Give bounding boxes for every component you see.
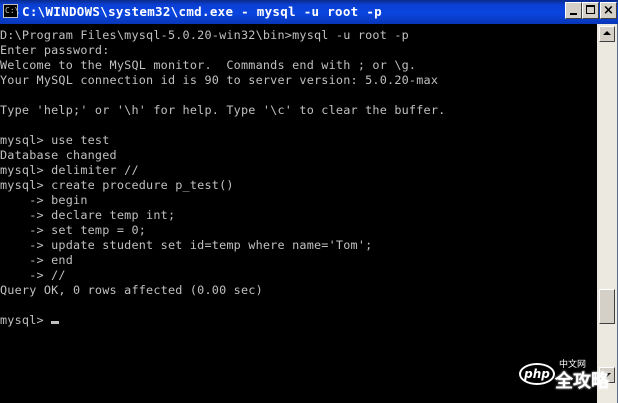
console-line: D:\Program Files\mysql-5.0.20-win32\bin>…	[0, 28, 409, 42]
console-line: -> begin	[0, 193, 88, 207]
close-icon: ×	[603, 3, 614, 18]
mysql-prompt: mysql>	[0, 313, 52, 327]
console-line: -> set temp = 0;	[0, 223, 147, 237]
scroll-up-button[interactable]	[599, 26, 615, 42]
scrollbar-thumb[interactable]	[599, 289, 615, 324]
console-line: -> declare temp int;	[0, 208, 176, 222]
close-button[interactable]: ×	[600, 2, 617, 19]
maximize-button[interactable]	[582, 2, 599, 19]
console-line: Your MySQL connection id is 90 to server…	[0, 73, 439, 87]
prompt-line[interactable]: mysql>	[0, 313, 60, 328]
console-line: Enter password:	[0, 43, 110, 57]
text-cursor	[51, 321, 60, 324]
minimize-button[interactable]	[565, 2, 582, 19]
php-logo: php	[519, 363, 555, 385]
console-line: Database changed	[0, 148, 117, 162]
console-line: -> end	[0, 253, 74, 267]
watermark: php 中文网 全攻略	[519, 360, 615, 398]
console-output[interactable]: D:\Program Files\mysql-5.0.20-win32\bin>…	[0, 24, 597, 403]
console-line: mysql> use test	[0, 133, 110, 147]
console-line: -> update student set id=temp where name…	[0, 238, 373, 252]
console-line: -> //	[0, 268, 66, 282]
console-line: mysql> delimiter //	[0, 163, 139, 177]
watermark-small-text: 中文网	[559, 360, 587, 370]
console-line: Query OK, 0 rows affected (0.00 sec)	[0, 283, 263, 297]
vertical-scrollbar[interactable]	[597, 24, 617, 403]
arrow-up-icon	[603, 31, 611, 35]
minimize-icon	[570, 13, 577, 15]
console-line: Welcome to the MySQL monitor. Commands e…	[0, 58, 417, 72]
watermark-big-text: 全攻略	[555, 371, 609, 392]
title-bar[interactable]: C:\ C:\WINDOWS\system32\cmd.exe - mysql …	[0, 0, 618, 24]
cmd-window: C:\ C:\WINDOWS\system32\cmd.exe - mysql …	[0, 0, 618, 403]
window-title: C:\WINDOWS\system32\cmd.exe - mysql -u r…	[22, 4, 382, 19]
console-line: mysql> create procedure p_test()	[0, 178, 234, 192]
console-line: Type 'help;' or '\h' for help. Type '\c'…	[0, 103, 446, 117]
cmd-console-icon[interactable]: C:\	[3, 4, 19, 18]
maximize-icon	[586, 5, 595, 14]
